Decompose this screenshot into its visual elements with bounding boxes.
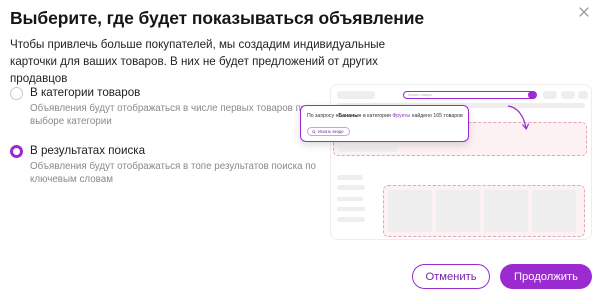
- continue-button[interactable]: Продолжить: [500, 264, 592, 289]
- cancel-button[interactable]: Отменить: [412, 264, 490, 289]
- option-search-label: В результатах поиска: [30, 144, 146, 157]
- placement-dialog: Выберите, где будет показываться объявле…: [0, 0, 600, 304]
- dialog-subtitle: Чтобы привлечь больше покупателей, мы со…: [10, 38, 386, 85]
- illustration-search-icon: [528, 91, 536, 99]
- popup-search-everywhere-button: Искать везде: [307, 127, 350, 136]
- popup-middle: в категории: [362, 113, 391, 119]
- popup-button-label: Искать везде: [318, 129, 344, 134]
- filter-placeholder: [337, 207, 365, 211]
- filter-placeholder: [337, 185, 365, 190]
- search-result-popup: По запросу «Бананы» в категории Фрукты н…: [300, 105, 469, 142]
- illustration-search-bar: Искать товары: [403, 91, 537, 99]
- option-category-description: Объявления будут отображаться в числе пе…: [30, 103, 312, 127]
- close-icon[interactable]: [577, 5, 591, 19]
- promoted-products-area: [383, 185, 585, 237]
- filter-placeholder: [337, 197, 363, 201]
- product-card-placeholder: [436, 190, 480, 232]
- curved-arrow-icon: [507, 105, 530, 130]
- product-card-placeholder: [484, 190, 528, 232]
- option-category-label: В категории товаров: [30, 86, 141, 99]
- popup-prefix: По запросу: [307, 113, 335, 119]
- dialog-title: Выберите, где будет показываться объявле…: [10, 8, 424, 28]
- product-card-placeholder: [388, 190, 432, 232]
- popup-category: Фрукты: [392, 113, 411, 119]
- header-placeholder: [543, 91, 557, 99]
- search-results-illustration: Искать товары По запросу «Бананы» в кате…: [300, 84, 592, 240]
- popup-search-icon: [312, 129, 316, 134]
- product-card-placeholder: [532, 190, 576, 232]
- logo-placeholder: [337, 91, 375, 99]
- header-placeholder: [561, 91, 575, 99]
- option-search-description: Объявления будут отображаться в топе рез…: [30, 161, 316, 185]
- filter-placeholder: [337, 217, 365, 222]
- filter-placeholder: [337, 175, 363, 180]
- illustration-search-placeholder: Искать товары: [408, 93, 432, 97]
- popup-query: «Бананы»: [335, 113, 362, 119]
- popup-suffix: найдено 165 товаров: [411, 113, 463, 119]
- radio-search[interactable]: [10, 145, 23, 158]
- radio-category[interactable]: [10, 87, 23, 100]
- promoted-placeholder: [338, 146, 398, 152]
- popup-text: По запросу «Бананы» в категории Фрукты н…: [307, 113, 463, 119]
- header-placeholder: [578, 91, 588, 99]
